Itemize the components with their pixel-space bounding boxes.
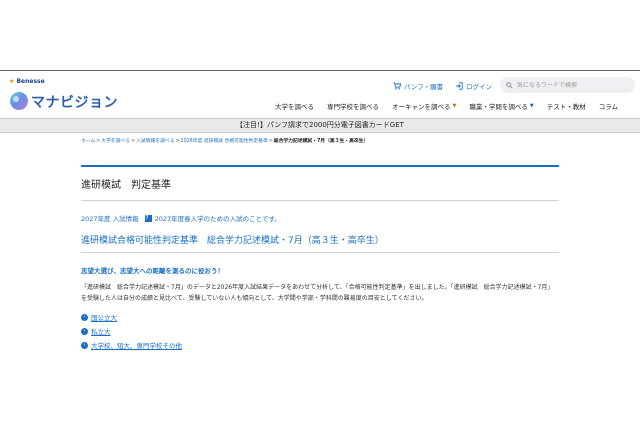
exam-year: 2027年度 入試情報 [81, 215, 139, 223]
breadcrumb-home[interactable]: ホーム [81, 139, 95, 144]
search-box[interactable] [500, 77, 635, 93]
nav-item-universities[interactable]: 大学を調べる [275, 100, 314, 112]
arrow-right-icon: › [81, 341, 88, 349]
search-icon [506, 81, 513, 89]
arrow-right-icon: › [81, 327, 88, 335]
nav-item-careers[interactable]: 職業・学問を調べる ▼ [469, 100, 533, 112]
pamphlet-link[interactable]: パンフ・願書 [393, 81, 443, 91]
link-other-schools[interactable]: › 大学校、短大、専門学校その他 [81, 338, 182, 352]
nav-item-vocational-schools[interactable]: 専門学校を調べる [327, 100, 379, 112]
page-title: 進研模試 判定基準 [81, 180, 171, 191]
breadcrumb-current: 総合学力記述模試・7月（高３生・高卒生） [273, 139, 369, 144]
manavision-logo-icon [10, 92, 28, 110]
breadcrumb-admissions[interactable]: 入試情報を調べる [136, 139, 174, 144]
breadcrumb-universities[interactable]: 大学を調べる [101, 139, 130, 144]
link-national-public[interactable]: › 国公立大 [81, 310, 182, 324]
arrow-right-icon: › [81, 313, 88, 321]
exam-year-note: 2027年度春入学のための入試のことです。 [154, 215, 281, 223]
main-nav: 大学を調べる 専門学校を調べる オーキャンを調べる ▼ 職業・学問を調べる ▼ … [275, 100, 631, 112]
lead-text: 志望大選び、志望大への距離を測るのに役おう！ [81, 267, 224, 275]
description-text: 「進研模試 総合学力記述模試・7月」のデータと2026年度入試結果データをあわせ… [81, 284, 554, 302]
brand-name: マナビジョン [31, 95, 118, 111]
cart-icon [393, 82, 401, 90]
category-links: › 国公立大 › 私立大 › 大学校、短大、専門学校その他 [81, 310, 182, 352]
promo-banner[interactable]: 【注目!】パンフ請求で2000円分電子図書カードGET [0, 118, 640, 133]
login-label: ログイン [466, 83, 492, 91]
chevron-down-icon: ▼ [529, 103, 534, 109]
chevron-down-icon: ▼ [452, 103, 457, 109]
login-link[interactable]: ログイン [455, 81, 492, 91]
content-top-rule [81, 165, 559, 167]
link-private[interactable]: › 私立大 [81, 324, 182, 338]
breadcrumb: ホーム>大学を調べる>入試情報を調べる>2026年度 進研模試 合格可能性判定基… [81, 139, 369, 144]
breadcrumb-criteria[interactable]: 2026年度 進研模試 合格可能性判定基準 [181, 139, 268, 144]
nav-item-tests-materials[interactable]: テスト・教材 [547, 100, 586, 112]
section-title: 進研模試合格可能性判定基準 総合学力記述模試・7月（高３生・高卒生） [81, 236, 384, 246]
pamphlet-label: パンフ・願書 [404, 83, 444, 91]
exam-year-info: 2027年度 入試情報 ？ 2027年度春入学のための入試のことです。 [81, 213, 281, 223]
nav-item-open-campus[interactable]: オーキャンを調べる ▼ [392, 100, 456, 112]
nav-item-columns[interactable]: コラム [599, 100, 618, 112]
site-logo[interactable]: ★ Benesse マナビジョン [9, 78, 119, 112]
help-icon: ？ [144, 214, 152, 222]
benesse-logo: ★ Benesse [9, 78, 45, 85]
header-top-divider [0, 70, 640, 71]
section-divider [81, 252, 559, 253]
search-input[interactable] [517, 81, 627, 89]
login-icon [455, 82, 463, 90]
title-divider [81, 200, 559, 201]
